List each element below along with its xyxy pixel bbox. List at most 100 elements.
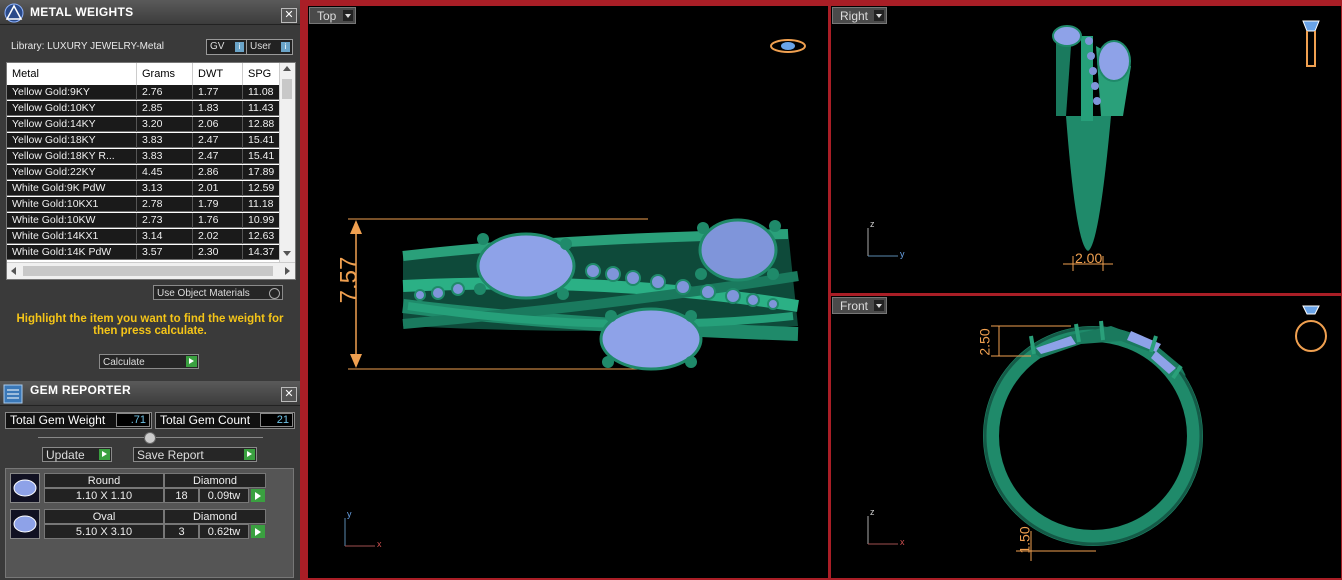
column-header[interactable]: Metal	[7, 63, 137, 85]
table-cell: Yellow Gold:22KY	[7, 165, 137, 180]
gem-shape: Round	[44, 473, 164, 488]
play-icon	[99, 449, 110, 460]
table-cell: 3.14	[137, 229, 193, 244]
table-cell: White Gold:14K PdW	[7, 245, 137, 260]
table-row[interactable]: Yellow Gold:9KY 2.76 1.77 11.08	[7, 85, 281, 100]
total-gem-count-label: Total Gem Count	[160, 413, 251, 427]
table-cell: 2.47	[193, 133, 243, 148]
right-viewport[interactable]: Right 2.00 z y	[831, 6, 1341, 293]
close-icon[interactable]: ✕	[281, 8, 297, 23]
gem-reporter-icon	[3, 384, 23, 404]
gem-size: 5.10 X 3.10	[44, 524, 164, 539]
column-header[interactable]: Grams	[137, 63, 193, 85]
table-cell: 12.88	[243, 117, 281, 132]
metal-weights-icon	[4, 3, 24, 23]
table-row[interactable]: White Gold:14K PdW 3.57 2.30 14.37	[7, 245, 281, 260]
info-icon: i	[235, 42, 244, 52]
table-cell: 14.37	[243, 245, 281, 260]
table-cell: 2.78	[137, 197, 193, 212]
table-row[interactable]: Yellow Gold:18KY R... 3.83 2.47 15.41	[7, 149, 281, 164]
table-cell: 2.85	[137, 101, 193, 116]
table-cell: 3.57	[137, 245, 193, 260]
table-cell: White Gold:10KX1	[7, 197, 137, 212]
scroll-up-icon[interactable]	[283, 66, 291, 71]
update-button[interactable]: Update	[42, 447, 112, 462]
gem-weight: 0.09tw	[199, 488, 249, 503]
table-cell: 2.73	[137, 213, 193, 228]
scroll-thumb[interactable]	[23, 266, 273, 276]
horizontal-scrollbar[interactable]	[7, 262, 295, 279]
metal-table[interactable]: Metal Grams DWT SPG Yellow Gold:9KY 2.76 1…	[6, 62, 296, 280]
table-row[interactable]: Yellow Gold:18KY 3.83 2.47 15.41	[7, 133, 281, 148]
table-cell: 4.45	[137, 165, 193, 180]
axis-y-label: y	[900, 249, 905, 259]
front-viewport[interactable]: Front 2.50 1.50 z x	[831, 296, 1341, 578]
table-row[interactable]: White Gold:10KX1 2.78 1.79 11.18	[7, 197, 281, 212]
save-report-label: Save Report	[137, 448, 204, 462]
user-toggle[interactable]: User i	[246, 39, 293, 55]
table-cell: Yellow Gold:14KY	[7, 117, 137, 132]
info-icon: i	[281, 42, 290, 52]
hint-text: Highlight the item you want to find the …	[16, 313, 284, 337]
save-report-button[interactable]: Save Report	[133, 447, 257, 462]
axis-z-label: z	[870, 219, 875, 229]
table-row[interactable]: White Gold:14KX1 3.14 2.02 12.63	[7, 229, 281, 244]
column-header[interactable]: DWT	[193, 63, 243, 85]
table-cell: 11.08	[243, 85, 281, 100]
table-row[interactable]: White Gold:9K PdW 3.13 2.01 12.59	[7, 181, 281, 196]
gem-size: 1.10 X 1.10	[44, 488, 164, 503]
gv-toggle[interactable]: GV i	[206, 39, 247, 55]
table-row[interactable]: White Gold:10KW 2.73 1.76 10.99	[7, 213, 281, 228]
update-label: Update	[46, 448, 85, 462]
table-cell: 2.86	[193, 165, 243, 180]
left-panel: METAL WEIGHTS ✕ Library: LUXURY JEWELRY-…	[0, 0, 300, 580]
table-cell: 17.89	[243, 165, 281, 180]
axis-y-label: y	[347, 509, 352, 519]
table-row[interactable]: Yellow Gold:14KY 3.20 2.06 12.88	[7, 117, 281, 132]
table-cell: 15.41	[243, 149, 281, 164]
table-cell: 1.77	[193, 85, 243, 100]
view-cube-icon	[770, 39, 806, 53]
gem-detail-button[interactable]	[251, 525, 265, 538]
table-cell: 11.43	[243, 101, 281, 116]
collapse-icon[interactable]	[144, 432, 156, 444]
table-cell: Yellow Gold:10KY	[7, 101, 137, 116]
scroll-left-icon[interactable]	[11, 267, 16, 275]
column-header[interactable]: SPG	[243, 63, 281, 85]
table-cell: Yellow Gold:18KY	[7, 133, 137, 148]
gem-reporter-title: GEM REPORTER	[30, 383, 131, 397]
table-cell: Yellow Gold:18KY R...	[7, 149, 137, 164]
use-object-materials-button[interactable]: Use Object Materials	[153, 285, 283, 300]
axis-x-label: x	[900, 537, 905, 547]
play-icon	[186, 356, 197, 367]
vertical-scrollbar[interactable]	[279, 63, 295, 263]
play-icon	[244, 449, 255, 460]
scroll-down-icon[interactable]	[283, 251, 291, 256]
close-icon[interactable]: ✕	[281, 387, 297, 402]
radio-icon	[269, 288, 280, 299]
gem-shape: Oval	[44, 509, 164, 524]
view-ring-icon	[1295, 305, 1327, 352]
gem-count: 3	[164, 524, 199, 539]
scroll-thumb[interactable]	[282, 79, 292, 99]
table-cell: Yellow Gold:9KY	[7, 85, 137, 100]
total-gem-weight-value: .71	[116, 413, 150, 427]
metal-weights-header: METAL WEIGHTS ✕	[0, 0, 300, 25]
table-cell: 10.99	[243, 213, 281, 228]
gem-thumbnail-icon	[10, 509, 40, 539]
table-cell: 1.76	[193, 213, 243, 228]
scroll-right-icon[interactable]	[285, 267, 290, 275]
gem-detail-button[interactable]	[251, 489, 265, 502]
table-row[interactable]: Yellow Gold:10KY 2.85 1.83 11.43	[7, 101, 281, 116]
user-label: User	[250, 41, 272, 52]
table-cell: 3.20	[137, 117, 193, 132]
calculate-button[interactable]: Calculate	[99, 354, 199, 369]
table-cell: White Gold:14KX1	[7, 229, 137, 244]
ring-front-view	[867, 305, 1327, 561]
gem-type: Diamond	[164, 473, 266, 488]
table-cell: 12.59	[243, 181, 281, 196]
total-gem-count-value: 21	[260, 413, 293, 427]
top-viewport[interactable]: Top 7.57 y x	[308, 6, 828, 578]
table-row[interactable]: Yellow Gold:22KY 4.45 2.86 17.89	[7, 165, 281, 180]
play-icon	[255, 528, 261, 536]
